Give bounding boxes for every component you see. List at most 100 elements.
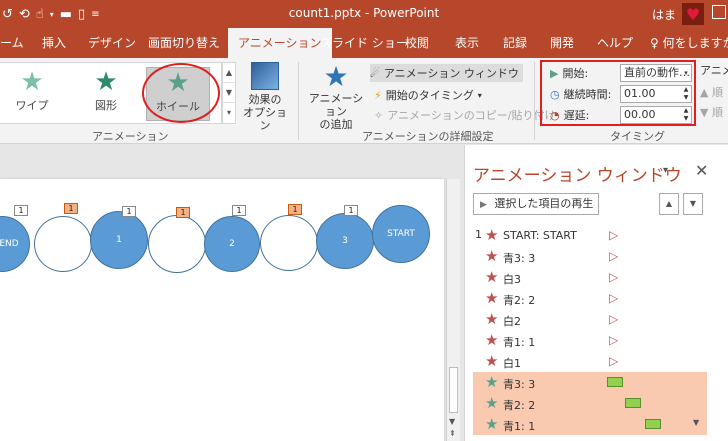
animation-tag[interactable]: 1 bbox=[344, 205, 358, 216]
tab-home[interactable]: ーム bbox=[0, 28, 24, 58]
timing-group-label: タイミング bbox=[610, 130, 665, 143]
pane-title: アニメーション ウィンドウ bbox=[473, 166, 682, 186]
item-label: 青3: 3 bbox=[503, 378, 536, 391]
play-selected-button[interactable]: ▶ 選択した項目の再生 bbox=[473, 193, 599, 215]
animation-tag[interactable]: 1 bbox=[288, 204, 302, 215]
item-label: 白2 bbox=[503, 315, 521, 328]
tab-help[interactable]: ヘルプ bbox=[597, 28, 633, 58]
tab-design[interactable]: デザイン bbox=[88, 28, 136, 58]
list-item[interactable]: ★ 白2 ▷ bbox=[473, 309, 707, 330]
effect-options-label: 効果の オプション bbox=[243, 93, 287, 132]
chevron-down-icon[interactable]: ▾ bbox=[663, 165, 668, 176]
tab-record[interactable]: 記録 bbox=[503, 28, 527, 58]
slide-circle[interactable]: 1 bbox=[90, 211, 148, 269]
tab-insert[interactable]: 挿入 bbox=[42, 28, 66, 58]
chevron-down-icon[interactable]: ▼ bbox=[693, 418, 699, 427]
ribbon-display-icon[interactable] bbox=[712, 5, 726, 19]
timeline-bar[interactable] bbox=[607, 377, 623, 387]
trigger-icon: ▷ bbox=[609, 270, 619, 284]
close-icon[interactable]: ✕ bbox=[695, 161, 708, 180]
slide-scrollbar[interactable]: ▼ ⇞ bbox=[446, 179, 460, 441]
tab-developer[interactable]: 開発 bbox=[550, 28, 574, 58]
slide-circle[interactable] bbox=[34, 216, 92, 272]
user-name[interactable]: はま bbox=[652, 6, 676, 23]
timeline-bar[interactable] bbox=[625, 398, 641, 408]
item-label: 青1: 1 bbox=[503, 420, 536, 433]
item-label: 白3 bbox=[503, 273, 521, 286]
chevron-up-icon[interactable]: ▲ bbox=[223, 63, 235, 83]
trigger-icon: ▷ bbox=[609, 312, 619, 326]
item-label: 青1: 1 bbox=[503, 336, 536, 349]
animation-tag[interactable]: 1 bbox=[122, 206, 136, 217]
star-icon: ★ bbox=[485, 394, 499, 412]
list-item[interactable]: ★ 青1: 1 ▼ bbox=[473, 414, 707, 435]
move-later-icon[interactable]: ▼ 順 bbox=[700, 104, 728, 120]
chevron-down-icon: ▾ bbox=[477, 90, 482, 100]
list-item[interactable]: ★ 青1: 1 ▷ bbox=[473, 330, 707, 351]
slide-circle[interactable] bbox=[260, 215, 318, 271]
move-down-button[interactable]: ▼ bbox=[683, 193, 703, 215]
animation-tag[interactable]: 1 bbox=[176, 207, 190, 218]
star-icon: ★ bbox=[485, 331, 499, 349]
list-item[interactable]: 1 ★ START: START ▷ bbox=[473, 225, 707, 246]
painter-icon: ✧ bbox=[374, 108, 384, 122]
star-icon: ★ bbox=[485, 226, 499, 244]
animation-tag[interactable]: 1 bbox=[232, 205, 246, 216]
animation-wipe[interactable]: ★ ワイプ bbox=[0, 67, 64, 121]
start-select[interactable]: 直前の動作… ▾ bbox=[620, 64, 692, 82]
tab-animations[interactable]: アニメーション bbox=[228, 28, 332, 58]
add-animation-button[interactable]: ★ アニメーション の追加 bbox=[305, 60, 367, 132]
item-index: 1 bbox=[475, 228, 482, 241]
list-item[interactable]: ★ 青3: 3 bbox=[473, 372, 707, 393]
animation-tag[interactable]: 1 bbox=[64, 203, 78, 214]
slide-canvas[interactable]: END 1 2 3 START 1 1 1 1 1 1 1 bbox=[0, 179, 444, 441]
animation-shape-label: 図形 bbox=[95, 99, 117, 112]
slide-circle[interactable] bbox=[148, 215, 206, 273]
effect-options-button[interactable]: 効果の オプション bbox=[240, 62, 290, 132]
animation-shape[interactable]: ★ 図形 bbox=[74, 67, 138, 121]
scroll-down-icon[interactable]: ▼ bbox=[449, 417, 455, 426]
chevron-down-icon[interactable]: ▼ bbox=[223, 83, 235, 103]
animation-pane-button[interactable]: ☄ アニメーション ウィンドウ bbox=[370, 64, 523, 82]
tell-me-search[interactable]: ♀ 何をしますか bbox=[650, 28, 728, 58]
add-animation-icon: ★ bbox=[323, 60, 349, 93]
duration-field[interactable]: 01.00 ▲ ▼ bbox=[620, 85, 692, 103]
timeline-bar[interactable] bbox=[645, 419, 661, 429]
delay-field[interactable]: 00.00 ▲ ▼ bbox=[620, 106, 692, 124]
list-item[interactable]: ★ 青3: 3 ▷ bbox=[473, 246, 707, 267]
previous-slide-icon[interactable]: ⇞ bbox=[449, 429, 456, 438]
scroll-thumb[interactable] bbox=[449, 367, 458, 413]
trigger-button[interactable]: ⚡ 開始のタイミング ▾ bbox=[374, 86, 482, 104]
list-item[interactable]: ★ 白3 ▷ bbox=[473, 267, 707, 288]
tab-transitions[interactable]: 画面切り替え bbox=[148, 28, 220, 58]
delay-value: 00.00 bbox=[624, 108, 656, 121]
animation-tag[interactable]: 1 bbox=[14, 205, 28, 216]
delay-row: ◔ 遅延: bbox=[550, 106, 589, 124]
slide-circle[interactable]: END bbox=[0, 216, 30, 272]
advanced-group-label: アニメーションの詳細設定 bbox=[362, 130, 494, 143]
animation-painter-button[interactable]: ✧ アニメーションのコピー/貼り付け bbox=[374, 106, 555, 124]
chevron-down-icon[interactable]: ▾ bbox=[681, 65, 691, 81]
move-earlier-icon[interactable]: ▲ 順 bbox=[700, 84, 728, 100]
duration-label: 継続時間: bbox=[563, 88, 612, 101]
move-up-button[interactable]: ▲ bbox=[659, 193, 679, 215]
highlight-annotation bbox=[142, 63, 220, 123]
duration-stepper[interactable]: ▲ ▼ bbox=[681, 86, 691, 102]
more-icon[interactable]: ▾ bbox=[223, 103, 235, 123]
slide-circle[interactable]: 3 bbox=[316, 213, 374, 269]
gallery-scroll[interactable]: ▲ ▼ ▾ bbox=[222, 62, 236, 124]
tab-view[interactable]: 表示 bbox=[455, 28, 479, 58]
trigger-icon: ▷ bbox=[609, 291, 619, 305]
avatar[interactable]: ♥ bbox=[682, 3, 704, 25]
tab-slideshow[interactable]: スライド ショー bbox=[320, 28, 408, 58]
list-item[interactable]: ★ 青2: 2 ▷ bbox=[473, 288, 707, 309]
list-item[interactable]: ★ 青2: 2 bbox=[473, 393, 707, 414]
item-label: 白1 bbox=[503, 357, 521, 370]
item-label: 青2: 2 bbox=[503, 399, 536, 412]
delay-stepper[interactable]: ▲ ▼ bbox=[681, 107, 691, 123]
star-icon: ★ bbox=[485, 352, 499, 370]
slide-circle[interactable]: START bbox=[372, 205, 430, 263]
tab-review[interactable]: 校閲 bbox=[405, 28, 429, 58]
slide-circle[interactable]: 2 bbox=[204, 216, 260, 272]
list-item[interactable]: ★ 白1 ▷ bbox=[473, 351, 707, 372]
